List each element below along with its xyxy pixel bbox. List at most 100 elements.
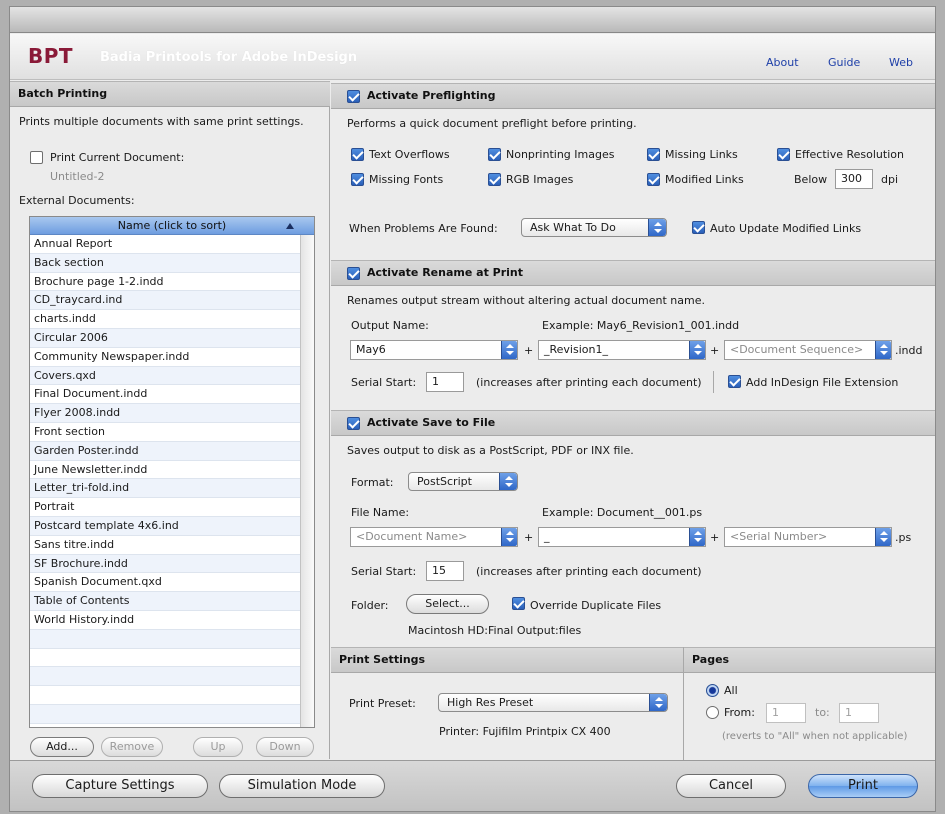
list-item[interactable]: Circular 2006 [30, 328, 300, 348]
list-item[interactable]: CD_traycard.ind [30, 291, 300, 311]
batch-description: Prints multiple documents with same prin… [19, 115, 304, 128]
external-documents-label: External Documents: [19, 194, 135, 207]
output-part2-combo[interactable]: _Revision1_ [538, 340, 706, 360]
save-serial-label: Serial Start: [351, 565, 417, 578]
problems-action-select[interactable]: Ask What To Do [521, 218, 667, 237]
name-column-header[interactable]: Name (click to sort) [30, 217, 314, 235]
list-item[interactable]: charts.indd [30, 310, 300, 329]
list-item[interactable] [30, 686, 300, 705]
output-part1-combo[interactable]: May6 [350, 340, 518, 360]
popup-arrows-icon [499, 473, 517, 490]
rename-example: Example: May6_Revision1_001.indd [542, 319, 740, 332]
title-bar[interactable] [10, 7, 935, 33]
popup-arrows-icon [648, 219, 666, 236]
output-name-label: Output Name: [351, 319, 429, 332]
plus-sign: + [524, 531, 534, 544]
list-item[interactable] [30, 629, 300, 649]
list-item[interactable]: Garden Poster.indd [30, 441, 300, 461]
list-item[interactable]: Sans titre.indd [30, 536, 300, 555]
pages-from-radio[interactable] [706, 706, 719, 719]
print-current-label: Print Current Document: [50, 151, 185, 164]
format-value: PostScript [417, 475, 472, 488]
list-item[interactable]: Postcard template 4x6.ind [30, 516, 300, 536]
list-item[interactable] [30, 704, 300, 724]
output-part3-value: <Document Sequence> [730, 343, 864, 356]
nonprinting-images-checkbox[interactable] [488, 148, 501, 161]
dpi-input[interactable]: 300 [835, 169, 873, 189]
list-item[interactable]: Brochure page 1-2.indd [30, 273, 300, 292]
pages-header: Pages [684, 647, 935, 673]
add-button[interactable]: Add... [30, 737, 94, 757]
auto-update-links-label: Auto Update Modified Links [710, 222, 862, 235]
list-item[interactable]: Front section [30, 423, 300, 442]
print-preset-value: High Res Preset [447, 696, 534, 709]
guide-link[interactable]: Guide [828, 56, 860, 69]
file-part1-combo[interactable]: <Document Name> [350, 527, 518, 547]
batch-printing-panel: Batch Printing Prints multiple documents… [10, 81, 330, 759]
output-part3-combo[interactable]: <Document Sequence> [724, 340, 892, 360]
save-serial-input[interactable]: 15 [426, 561, 464, 581]
pages-note: (reverts to "All" when not applicable) [722, 731, 908, 742]
list-item[interactable]: Flyer 2008.indd [30, 404, 300, 423]
text-overflows-checkbox[interactable] [351, 148, 364, 161]
combo-arrows-icon [501, 528, 517, 546]
print-current-checkbox[interactable] [30, 151, 43, 164]
brand-logo: BPT [28, 44, 74, 68]
cancel-button[interactable]: Cancel [676, 774, 786, 798]
pages-all-radio[interactable] [706, 684, 719, 697]
rgb-images-checkbox[interactable] [488, 173, 501, 186]
list-item[interactable]: Annual Report [30, 235, 300, 254]
popup-arrows-icon [649, 694, 667, 711]
list-item[interactable]: SF Brochure.indd [30, 554, 300, 574]
list-item[interactable]: Portrait [30, 498, 300, 517]
simulation-mode-button[interactable]: Simulation Mode [219, 774, 385, 798]
print-preset-select[interactable]: High Res Preset [438, 693, 668, 712]
activate-preflight-checkbox[interactable] [347, 90, 360, 103]
plus-sign: + [710, 531, 720, 544]
list-item[interactable]: Community Newspaper.indd [30, 348, 300, 367]
pages-to-input[interactable]: 1 [839, 703, 879, 723]
below-label: Below [794, 173, 828, 186]
list-item[interactable]: Back section [30, 253, 300, 273]
list-item[interactable] [30, 667, 300, 687]
list-scrollbar[interactable] [300, 235, 314, 727]
batch-printing-header: Batch Printing [10, 81, 330, 107]
list-item[interactable]: World History.indd [30, 611, 300, 630]
pages-from-input[interactable]: 1 [766, 703, 806, 723]
select-folder-button[interactable]: Select... [406, 594, 489, 614]
documents-list[interactable]: Name (click to sort) Annual Report Back s… [29, 216, 315, 728]
folder-label: Folder: [351, 599, 389, 612]
activate-rename-checkbox[interactable] [347, 267, 360, 280]
list-item[interactable] [30, 649, 300, 668]
list-item[interactable]: June Newsletter.indd [30, 461, 300, 480]
override-duplicates-checkbox[interactable] [512, 597, 525, 610]
activate-save-checkbox[interactable] [347, 417, 360, 430]
up-button[interactable]: Up [193, 737, 243, 757]
auto-update-links-checkbox[interactable] [692, 221, 705, 234]
file-part3-combo[interactable]: <Serial Number> [724, 527, 892, 547]
list-item[interactable]: Covers.qxd [30, 366, 300, 386]
missing-fonts-checkbox[interactable] [351, 173, 364, 186]
list-item[interactable]: Table of Contents [30, 592, 300, 611]
modified-links-checkbox[interactable] [647, 173, 660, 186]
list-item[interactable]: Final Document.indd [30, 385, 300, 405]
remove-button[interactable]: Remove [101, 737, 163, 757]
footer-bar: Capture Settings Simulation Mode Cancel … [10, 760, 935, 811]
add-extension-checkbox[interactable] [728, 375, 741, 388]
indd-extension: .indd [895, 344, 923, 357]
print-button[interactable]: Print [808, 774, 918, 798]
about-link[interactable]: About [766, 56, 799, 69]
web-link[interactable]: Web [889, 56, 913, 69]
list-item[interactable]: Letter_tri-fold.ind [30, 479, 300, 499]
down-button[interactable]: Down [256, 737, 314, 757]
list-item[interactable]: Spanish Document.qxd [30, 573, 300, 593]
rename-serial-input[interactable]: 1 [426, 372, 464, 392]
missing-links-checkbox[interactable] [647, 148, 660, 161]
format-select[interactable]: PostScript [408, 472, 518, 491]
sort-ascending-icon [286, 223, 294, 229]
file-part2-combo[interactable]: _ [538, 527, 706, 547]
rename-header-label: Activate Rename at Print [367, 266, 523, 279]
capture-settings-button[interactable]: Capture Settings [32, 774, 208, 798]
effective-resolution-checkbox[interactable] [777, 148, 790, 161]
effective-resolution-label: Effective Resolution [795, 148, 904, 161]
